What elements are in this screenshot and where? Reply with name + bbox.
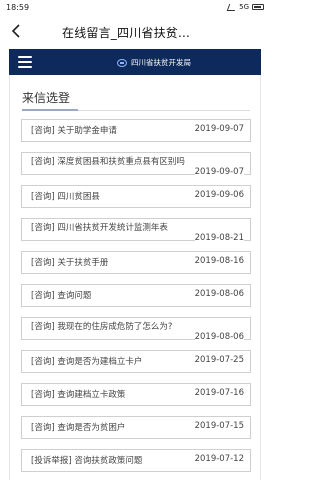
title-bar: 在线留言_四川省扶贫...: [0, 16, 270, 46]
item-date: 2019-07-15: [194, 421, 244, 431]
item-date: 2019-09-06: [194, 190, 244, 200]
item-title: [咨询] 关于扶贫手册: [31, 258, 109, 268]
item-title: [咨询] 我现在的住房成危防了怎么为?: [31, 322, 173, 332]
page-title: 在线留言_四川省扶贫...: [62, 26, 191, 40]
hamburger-line: [18, 61, 32, 63]
list-item[interactable]: [咨询] 关于助学金申请 2019-09-07: [21, 119, 251, 142]
item-date: 2019-09-07: [194, 167, 244, 177]
hamburger-line: [18, 66, 32, 68]
item-title: [咨询] 查询是否为贫困户: [31, 423, 126, 433]
chevron-left-icon: [11, 24, 20, 38]
list-item[interactable]: [咨询] 关于扶贫手册 2019-08-16: [21, 251, 251, 274]
item-title: [咨询] 查询问题: [31, 291, 92, 301]
item-date: 2019-08-16: [194, 256, 244, 266]
section-divider: [22, 109, 250, 111]
site-name: 四川省扶贫开发局: [131, 58, 191, 67]
item-date: 2019-09-07: [194, 124, 244, 134]
status-bar: 18:59 5G: [0, 0, 270, 16]
item-date: 2019-08-21: [194, 233, 244, 243]
hamburger-icon: [18, 56, 32, 58]
item-date: 2019-08-06: [194, 289, 244, 299]
menu-button[interactable]: [18, 56, 32, 68]
item-title: [咨询] 四川省扶贫开发统计监测年表: [31, 223, 168, 233]
list-item[interactable]: [咨询] 深度贫困县和扶贫重点县有区别吗 2019-09-07: [21, 152, 251, 177]
battery-icon: [252, 4, 264, 10]
list-item[interactable]: [咨询] 我现在的住房成危防了怎么为? 2019-08-06: [21, 317, 251, 342]
item-title: [咨询] 深度贫困县和扶贫重点县有区别吗: [31, 157, 185, 167]
item-date: 2019-07-25: [194, 355, 244, 365]
item-date: 2019-07-16: [194, 388, 244, 398]
list-item[interactable]: [咨询] 四川贫困县 2019-09-06: [21, 185, 251, 208]
list-item[interactable]: [咨询] 查询建档立卡政策 2019-07-16: [21, 383, 251, 406]
network-label: 5G: [239, 3, 249, 11]
back-button[interactable]: [6, 20, 26, 42]
status-icons: 5G: [226, 3, 264, 11]
site-header: 四川省扶贫开发局: [9, 49, 261, 75]
main-content: 来信选登 [咨询] 关于助学金申请 2019-09-07 [咨询] 深度贫困县和扶…: [9, 75, 261, 480]
list-item[interactable]: [咨询] 查询问题 2019-08-06: [21, 284, 251, 307]
item-title: [投诉举报] 咨询扶贫政策问题: [31, 456, 143, 466]
list-item[interactable]: [投诉举报] 咨询扶贫政策问题 2019-07-12: [21, 449, 251, 472]
signal-icon: [226, 3, 238, 11]
item-date: 2019-08-06: [194, 332, 244, 342]
list-item[interactable]: [咨询] 四川省扶贫开发统计监测年表 2019-08-21: [21, 218, 251, 243]
section-title: 来信选登: [22, 91, 71, 105]
status-time: 18:59: [6, 3, 30, 12]
list-item[interactable]: [咨询] 查询是否为贫困户 2019-07-15: [21, 416, 251, 439]
item-title: [咨询] 查询建档立卡政策: [31, 390, 126, 400]
letter-list: [咨询] 关于助学金申请 2019-09-07 [咨询] 深度贫困县和扶贫重点县有…: [21, 119, 251, 480]
item-date: 2019-07-12: [194, 454, 244, 464]
item-title: [咨询] 关于助学金申请: [31, 126, 117, 136]
logo-icon: [117, 58, 127, 67]
list-item[interactable]: [咨询] 查询是否为建档立卡户 2019-07-25: [21, 350, 251, 373]
site-logo[interactable]: 四川省扶贫开发局: [117, 57, 191, 68]
item-title: [咨询] 四川贫困县: [31, 192, 100, 202]
item-title: [咨询] 查询是否为建档立卡户: [31, 357, 143, 367]
